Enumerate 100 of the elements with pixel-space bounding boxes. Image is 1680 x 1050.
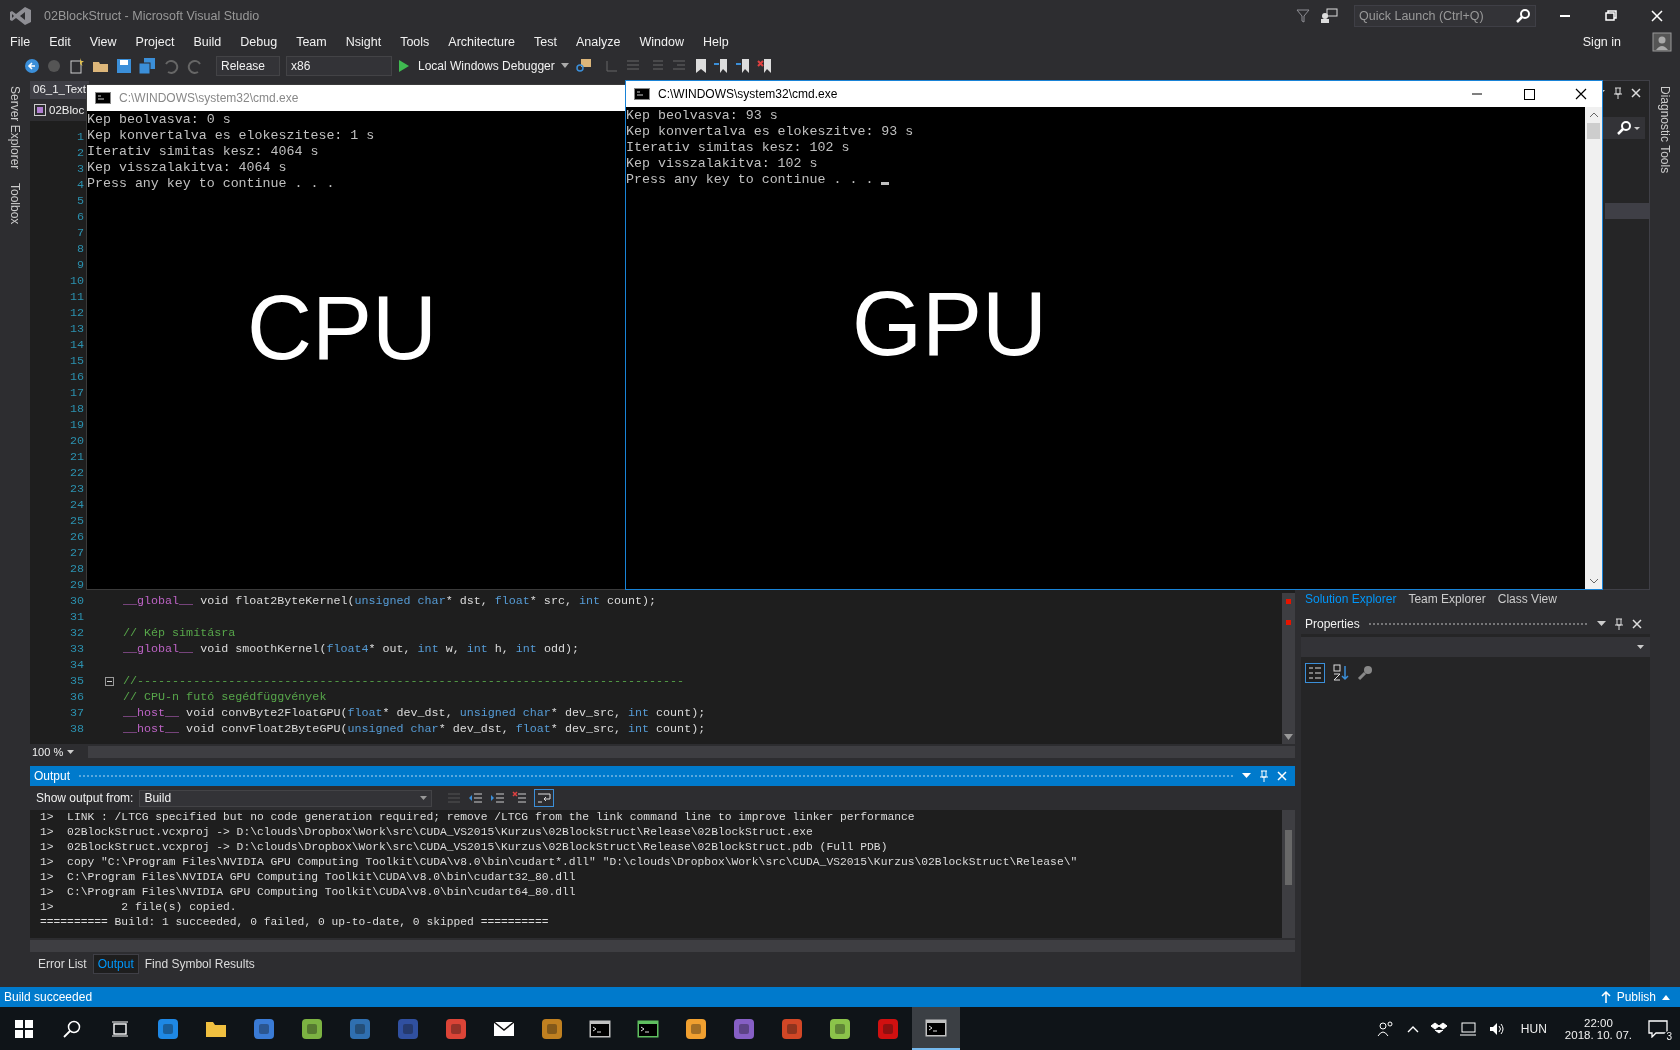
publish-button[interactable]: Publish bbox=[1616, 990, 1656, 1004]
panel-tab[interactable]: Error List bbox=[34, 955, 91, 973]
menu-item[interactable]: Team bbox=[296, 35, 327, 49]
menu-item[interactable]: Build bbox=[193, 35, 222, 49]
caret-icon[interactable] bbox=[420, 796, 428, 800]
scrollbar[interactable] bbox=[1282, 810, 1295, 938]
panel-tab[interactable]: Output bbox=[92, 954, 139, 974]
scroll-down-icon[interactable] bbox=[1284, 734, 1293, 740]
scroll-thumb[interactable] bbox=[1587, 123, 1600, 139]
app-icon bbox=[157, 1017, 179, 1040]
clear-bookmarks-icon[interactable] bbox=[756, 58, 773, 74]
menu-item[interactable]: Debug bbox=[240, 35, 278, 49]
next-message-icon[interactable] bbox=[490, 791, 507, 805]
clock-time[interactable]: 22:00 bbox=[1584, 1016, 1613, 1029]
back-icon[interactable] bbox=[24, 58, 40, 74]
scroll-up-icon[interactable] bbox=[1588, 111, 1599, 119]
redo-icon[interactable] bbox=[186, 58, 204, 74]
line-number: 14 bbox=[68, 338, 84, 352]
play-icon[interactable] bbox=[398, 59, 410, 73]
menu-item[interactable]: View bbox=[89, 35, 117, 49]
line-number: 6 bbox=[76, 210, 84, 224]
caret-icon[interactable] bbox=[1662, 994, 1670, 1000]
pin-icon[interactable] bbox=[1613, 87, 1623, 99]
people-icon[interactable] bbox=[1376, 1019, 1395, 1038]
close-icon[interactable] bbox=[1631, 88, 1641, 98]
menu-item[interactable]: Help bbox=[702, 35, 729, 49]
scrollbar[interactable] bbox=[1282, 593, 1295, 744]
taskbar-button[interactable] bbox=[912, 1007, 960, 1050]
side-tab[interactable]: Server Explorer bbox=[8, 86, 22, 170]
console-icon bbox=[589, 1019, 611, 1038]
scroll-down-icon[interactable] bbox=[1588, 577, 1599, 585]
output-line: 1> LINK : /LTCG specified but no code generation required; remove /LTCG from the link command line to improve linker performance bbox=[40, 810, 916, 825]
panel-tab[interactable]: Solution Explorer bbox=[1305, 592, 1397, 606]
code-line: // CPU-n futó segédfüggvények bbox=[123, 690, 327, 704]
menu-item[interactable]: Tools bbox=[400, 35, 430, 49]
window-title: C:\WINDOWS\system32\cmd.exe bbox=[658, 87, 838, 101]
volume-icon[interactable] bbox=[1488, 1021, 1505, 1036]
menu-item[interactable]: Nsight bbox=[345, 35, 382, 49]
app-icon bbox=[685, 1017, 707, 1040]
feedback-icon[interactable] bbox=[1320, 8, 1338, 24]
new-item-icon[interactable] bbox=[68, 58, 86, 74]
app-icon bbox=[301, 1017, 323, 1040]
next-bookmark-icon[interactable] bbox=[734, 58, 751, 74]
search-icon[interactable] bbox=[1617, 121, 1641, 135]
menu-item[interactable]: Window bbox=[639, 35, 684, 49]
bookmark-icon[interactable] bbox=[694, 58, 707, 74]
collapse-icon[interactable] bbox=[105, 676, 114, 686]
folder-icon bbox=[205, 1019, 227, 1038]
sign-in-link[interactable]: Sign in bbox=[1582, 35, 1621, 49]
arrow-up-icon[interactable] bbox=[1600, 991, 1611, 1003]
side-tab[interactable]: Toolbox bbox=[8, 183, 22, 225]
caret-icon[interactable] bbox=[560, 63, 569, 69]
caret-icon[interactable] bbox=[1597, 621, 1606, 627]
wrench-icon[interactable] bbox=[1357, 665, 1373, 681]
start-debugger-button[interactable]: Local Windows Debugger bbox=[418, 59, 555, 73]
save-icon[interactable] bbox=[116, 58, 132, 74]
box-icon[interactable] bbox=[1430, 1021, 1447, 1036]
platform-dropdown[interactable]: x86 bbox=[286, 56, 392, 76]
line-number: 5 bbox=[76, 194, 84, 208]
previous-bookmark-icon[interactable] bbox=[712, 58, 729, 74]
search-field[interactable] bbox=[1601, 117, 1645, 139]
save-all-icon[interactable] bbox=[138, 58, 156, 74]
scope-dropdown[interactable]: 02Bloc bbox=[49, 104, 85, 116]
clear-all-icon[interactable] bbox=[512, 791, 529, 805]
menu-item[interactable]: File bbox=[10, 35, 31, 49]
output-source-dropdown[interactable]: Build bbox=[139, 789, 433, 807]
categorized-icon[interactable] bbox=[1305, 663, 1325, 683]
notification-icon[interactable] bbox=[1648, 1019, 1668, 1038]
previous-message-icon[interactable] bbox=[468, 791, 485, 805]
chevron-up-icon[interactable] bbox=[1406, 1024, 1419, 1033]
menu-item[interactable]: Analyze bbox=[575, 35, 621, 49]
menu-item[interactable]: Architecture bbox=[448, 35, 516, 49]
filter-icon[interactable] bbox=[1296, 9, 1310, 23]
caret-icon[interactable] bbox=[1637, 645, 1644, 649]
clock-date[interactable]: 2018. 10. 07. bbox=[1564, 1028, 1632, 1041]
word-wrap-icon[interactable] bbox=[534, 789, 555, 807]
line-number: 2 bbox=[76, 146, 84, 160]
panel-tab[interactable]: Class View bbox=[1497, 592, 1557, 606]
quick-launch-field[interactable]: Quick Launch (Ctrl+Q) bbox=[1354, 5, 1536, 27]
configuration-dropdown[interactable]: Release bbox=[216, 56, 280, 76]
document-tab[interactable]: 06_1_Text bbox=[30, 81, 90, 98]
close-icon[interactable] bbox=[1632, 619, 1642, 629]
pin-icon[interactable] bbox=[1614, 618, 1624, 630]
caret-icon[interactable] bbox=[67, 750, 75, 754]
scrollbar[interactable] bbox=[1585, 107, 1602, 589]
alphabetical-icon[interactable] bbox=[1331, 663, 1351, 683]
avatar-icon[interactable] bbox=[1652, 32, 1672, 52]
network-icon[interactable] bbox=[1458, 1021, 1477, 1036]
code-line: __global__ void smoothKernel(float4* out, int w, int h, int odd); bbox=[123, 642, 579, 656]
caret-icon[interactable] bbox=[1242, 773, 1251, 779]
side-tab[interactable]: Diagnostic Tools bbox=[1658, 86, 1672, 174]
menu-item[interactable]: Project bbox=[135, 35, 175, 49]
zoom-dropdown[interactable]: 100 % bbox=[32, 746, 64, 758]
menu-item[interactable]: Test bbox=[534, 35, 557, 49]
search-icon[interactable] bbox=[1516, 9, 1530, 23]
panel-tab[interactable]: Find Symbol Results bbox=[140, 955, 259, 973]
language-indicator[interactable]: HUN bbox=[1520, 1021, 1547, 1036]
undo-icon[interactable] bbox=[162, 58, 180, 74]
panel-tab[interactable]: Team Explorer bbox=[1408, 592, 1486, 606]
menu-item[interactable]: Edit bbox=[49, 35, 71, 49]
